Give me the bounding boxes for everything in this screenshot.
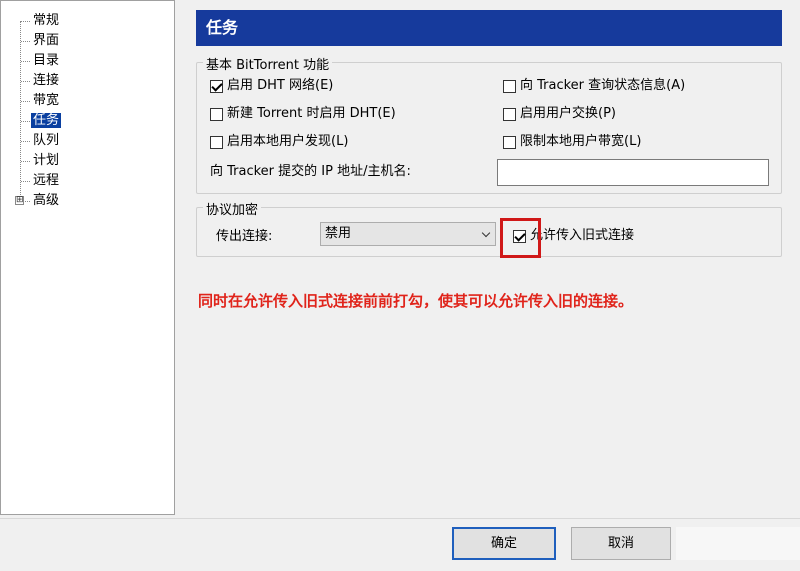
tracker-scrape-checkbox[interactable]: [503, 79, 516, 93]
tree-item-remote[interactable]: 远程: [19, 172, 61, 190]
local-peer-discovery-option[interactable]: 启用本地用户发现(L): [210, 133, 348, 151]
page-title: 任务: [196, 10, 782, 46]
new-torrent-dht-checkbox[interactable]: [210, 107, 223, 121]
outgoing-connection-label: 传出连接:: [216, 229, 273, 244]
tree-item-scheduler[interactable]: 计划: [19, 152, 61, 170]
chevron-down-icon: [481, 228, 491, 238]
peer-exchange-checkbox[interactable]: [503, 107, 516, 121]
tree-item-connection[interactable]: 连接: [19, 72, 61, 90]
tracker-ip-input[interactable]: [497, 159, 769, 186]
bottom-separator: [0, 518, 800, 519]
tree-item-tasks[interactable]: 任务: [19, 112, 62, 130]
tree-item-ui[interactable]: 界面: [19, 32, 61, 50]
tree-item-queue[interactable]: 队列: [19, 132, 61, 150]
new-torrent-dht-option[interactable]: 新建 Torrent 时启用 DHT(E): [210, 105, 396, 123]
limit-local-bandwidth-option[interactable]: 限制本地用户带宽(L): [503, 133, 641, 151]
expand-plus-icon[interactable]: ⊞: [15, 196, 24, 205]
tree-item-bandwidth[interactable]: 带宽: [19, 92, 61, 110]
encryption-group-title: 协议加密: [203, 199, 262, 218]
tree-item-advanced[interactable]: ⊞ 高级: [15, 192, 61, 210]
tree-item-general[interactable]: 常规: [19, 12, 61, 30]
annotation-text: 同时在允许传入旧式连接前前打勾，使其可以允许传入旧的连接。: [198, 292, 634, 310]
cancel-button[interactable]: 取消: [571, 527, 671, 560]
local-peer-discovery-checkbox[interactable]: [210, 135, 223, 149]
limit-local-bandwidth-checkbox[interactable]: [503, 135, 516, 149]
outgoing-encryption-select[interactable]: 禁用: [320, 222, 496, 246]
obscured-button-area: [676, 527, 800, 560]
tracker-scrape-option[interactable]: 向 Tracker 查询状态信息(A): [503, 77, 685, 95]
ok-button[interactable]: 确定: [452, 527, 556, 560]
tracker-ip-label: 向 Tracker 提交的 IP 地址/主机名:: [210, 164, 411, 179]
bittorrent-features-group: 基本 BitTorrent 功能 启用 DHT 网络(E) 向 Tracker …: [196, 54, 782, 194]
bittorrent-group-title: 基本 BitTorrent 功能: [203, 54, 333, 73]
settings-tree: 常规 界面 目录 连接 带宽 任务 队列 计划 远程 ⊞ 高级: [0, 0, 175, 515]
dht-network-option[interactable]: 启用 DHT 网络(E): [210, 77, 333, 95]
highlight-box: [500, 218, 541, 258]
tree-item-directories[interactable]: 目录: [19, 52, 61, 70]
dht-network-checkbox[interactable]: [210, 79, 223, 93]
protocol-encryption-group: 协议加密 传出连接: 禁用 允许传入旧式连接: [196, 199, 782, 257]
peer-exchange-option[interactable]: 启用用户交换(P): [503, 105, 616, 123]
